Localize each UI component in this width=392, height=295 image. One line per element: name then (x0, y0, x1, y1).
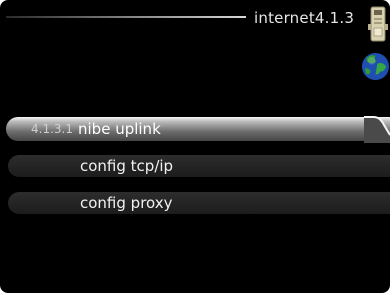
globe-icon (361, 52, 390, 81)
selection-tab-marker (364, 116, 390, 143)
menu-item-label: config proxy (80, 194, 173, 212)
display-screen: internet4.1.3 4.1.3.1 nibe uplink config… (0, 0, 390, 293)
header-divider (6, 16, 246, 18)
menu-title: internet4.1.3 (254, 9, 355, 27)
device-icon (368, 6, 388, 42)
menu-item-config-proxy[interactable]: config proxy (8, 192, 390, 214)
menu-item-label: config tcp/ip (80, 157, 174, 175)
menu-item-label: nibe uplink (78, 120, 161, 138)
menu-item-config-tcp-ip[interactable]: config tcp/ip (8, 155, 390, 177)
menu-item-nibe-uplink[interactable]: 4.1.3.1 nibe uplink (6, 117, 390, 141)
menu-item-number: 4.1.3.1 (31, 122, 73, 136)
